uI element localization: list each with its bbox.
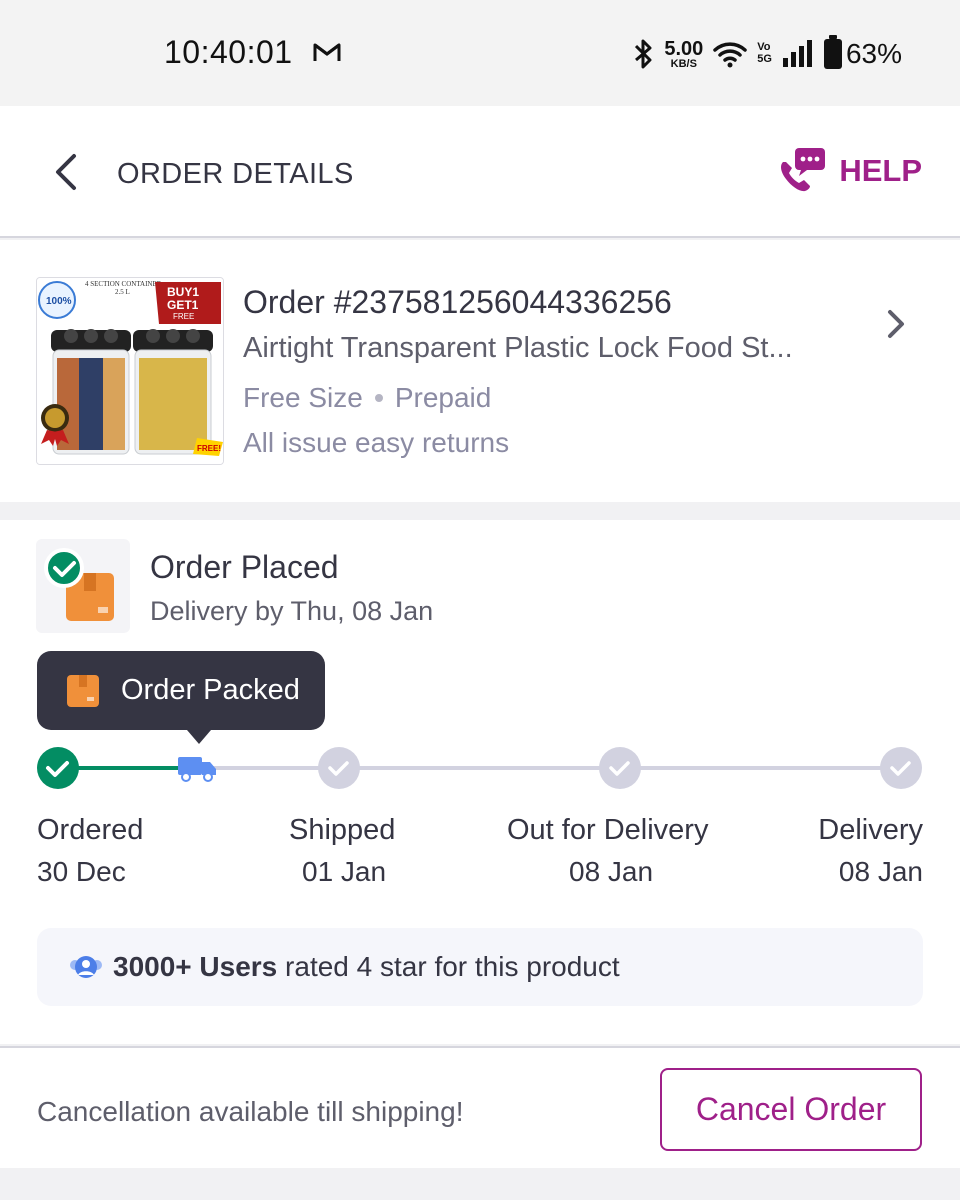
cancel-order-button[interactable]: Cancel Order: [660, 1068, 922, 1151]
support-chat-icon: [781, 148, 826, 192]
tooltip-label: Order Packed: [121, 674, 300, 706]
signal-icon: [782, 40, 812, 67]
app-header: ORDER DETAILS HELP: [0, 106, 960, 238]
chevron-right-icon[interactable]: [882, 306, 910, 342]
rating-rest: rated 4 star for this product: [277, 951, 620, 982]
back-arrow-icon[interactable]: [46, 150, 86, 194]
step-label-delivery: Delivery: [818, 814, 923, 846]
help-label: HELP: [839, 153, 922, 188]
offer-line2: GET1: [167, 298, 199, 312]
checkmark-badge-icon: [44, 548, 84, 588]
product-card[interactable]: 4 SECTION CONTAINER 2.5 L 100% BUY1 GET1…: [0, 240, 960, 502]
order-status-title: Order Placed: [150, 549, 339, 585]
product-meta: Free Size Prepaid: [243, 382, 491, 414]
step-date-ordered: 30 Dec: [37, 856, 126, 887]
step-out-for-delivery-icon: [599, 747, 641, 789]
product-size: Free Size: [243, 382, 363, 413]
product-name: Airtight Transparent Plastic Lock Food S…: [243, 332, 793, 364]
cancel-bar: Cancellation available till shipping! Ca…: [0, 1046, 960, 1168]
offer-line3: FREE: [173, 312, 194, 321]
step-ordered-icon: [37, 747, 79, 789]
battery-icon: [823, 35, 842, 69]
page-title: ORDER DETAILS: [117, 158, 354, 190]
step-label-shipped: Shipped: [289, 814, 396, 846]
network-speed: 5.00 KB/S: [664, 37, 704, 70]
wifi-icon: [713, 42, 748, 68]
step-label-ordered: Ordered: [37, 814, 144, 846]
separator-dot: [374, 394, 383, 402]
package-icon: [67, 674, 99, 707]
rating-count: 3000+ Users: [113, 951, 278, 982]
product-image: 4 SECTION CONTAINER 2.5 L 100% BUY1 GET1…: [37, 278, 223, 464]
volte-5g-indicator: Vo 5G: [757, 41, 772, 65]
product-thumbnail: 4 SECTION CONTAINER 2.5 L 100% BUY1 GET1…: [36, 277, 224, 465]
bluetooth-icon: [635, 39, 652, 69]
battery-indicator: 63%: [823, 35, 902, 70]
step-date-shipped: 01 Jan: [302, 856, 387, 887]
volume-text: 2.5 L: [115, 288, 130, 296]
step-shipped-icon: [318, 747, 360, 789]
step-date-out-for-delivery: 08 Jan: [569, 856, 654, 887]
gmail-icon: [313, 43, 341, 61]
offer-line1: BUY1: [167, 285, 199, 299]
rating-banner: 3000+ Users rated 4 star for this produc…: [37, 928, 923, 1006]
original-badge-text: 100%: [46, 296, 72, 307]
payment-method: Prepaid: [394, 382, 492, 413]
delivery-estimate: Delivery by Thu, 08 Jan: [150, 596, 434, 626]
progress-tracker: [37, 747, 922, 789]
step-date-delivery: 08 Jan: [838, 856, 923, 887]
returns-policy: All issue easy returns: [243, 427, 510, 458]
help-button[interactable]: HELP: [777, 146, 922, 196]
users-icon: [70, 956, 102, 978]
step-label-out-for-delivery: Out for Delivery: [507, 814, 709, 846]
current-status-tooltip: Order Packed: [37, 651, 325, 744]
step-delivery-icon: [880, 747, 922, 789]
container-text: 4 SECTION CONTAINER: [85, 280, 162, 288]
clock: 10:40:01: [164, 34, 293, 70]
truck-icon: [178, 757, 216, 782]
order-status-icon: [36, 539, 130, 633]
order-number: Order #237581256044336256: [243, 284, 672, 320]
order-tracking-card: Order Placed Delivery by Thu, 08 Jan Ord…: [0, 520, 960, 1044]
status-bar: 10:40:01 5.00 KB/S Vo 5G 63%: [0, 0, 960, 106]
cancellation-note: Cancellation available till shipping!: [37, 1096, 464, 1127]
free-tag-text: FREE!: [197, 444, 221, 453]
rating-text: 3000+ Users rated 4 star for this produc…: [113, 951, 620, 983]
